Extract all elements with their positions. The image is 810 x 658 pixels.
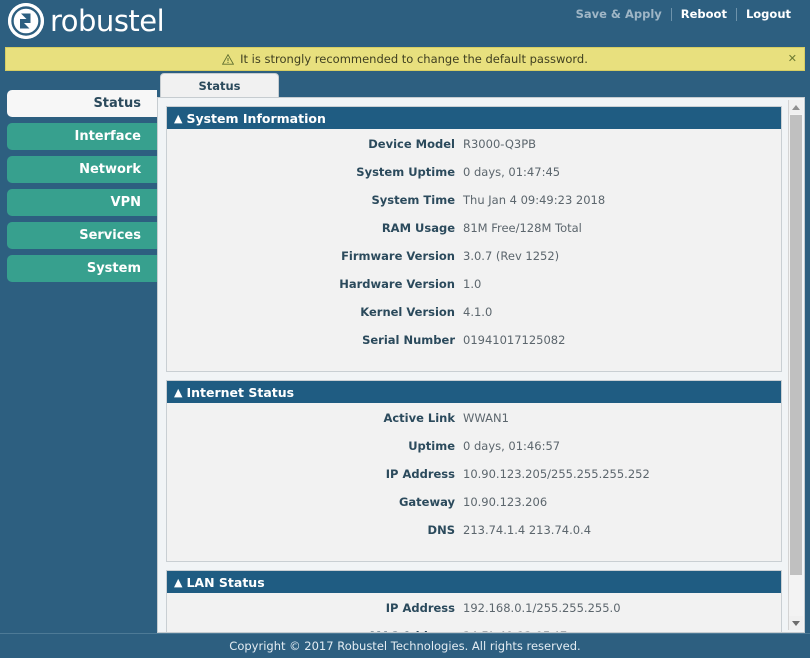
row-label: RAM Usage (381, 221, 455, 235)
row-value: 4.1.0 (463, 305, 493, 319)
tab-strip: Status (157, 73, 805, 97)
info-row: Uptime 0 days, 01:46:57 (167, 439, 781, 467)
scrollbar-thumb[interactable] (790, 115, 802, 575)
row-value: 0 days, 01:46:57 (463, 439, 561, 453)
row-value: 10.90.123.205/255.255.255.252 (463, 467, 650, 481)
sidebar-item-network[interactable]: Network (7, 156, 157, 183)
brand-name: robustel (50, 4, 165, 38)
row-value: 0 days, 01:47:45 (463, 165, 561, 179)
row-value: R3000-Q3PB (463, 137, 537, 151)
row-label: Active Link (383, 411, 455, 425)
row-value: Thu Jan 4 09:49:23 2018 (463, 193, 606, 207)
app-root: robustel Save & Apply Reboot Logout It i… (0, 0, 810, 658)
panel-internet-status: ▲ Internet Status Active Link WWAN1 Upti… (166, 380, 782, 562)
logout-link[interactable]: Logout (737, 7, 800, 21)
info-row: Kernel Version 4.1.0 (167, 305, 781, 333)
warning-text: It is strongly recommended to change the… (240, 52, 588, 66)
row-label: System Uptime (356, 165, 455, 179)
password-warning-banner: It is strongly recommended to change the… (5, 47, 805, 71)
copyright-text: Copyright © 2017 Robustel Technologies. … (229, 639, 581, 653)
content-scrollbar[interactable] (788, 100, 803, 630)
sidebar-item-status[interactable]: Status (7, 90, 157, 117)
info-row: IP Address 10.90.123.205/255.255.255.252 (167, 467, 781, 495)
save-and-apply-link[interactable]: Save & Apply (567, 7, 671, 21)
sidebar-item-label: Network (79, 162, 141, 177)
row-label: IP Address (385, 467, 455, 481)
row-label: Hardware Version (339, 277, 455, 291)
row-value: 1.0 (463, 277, 482, 291)
info-row: Device Model R3000-Q3PB (167, 137, 781, 165)
row-value: 01941017125082 (463, 333, 566, 347)
panel-title: Internet Status (186, 384, 295, 400)
panels-container: ▲ System Information Device Model R3000-… (158, 98, 790, 632)
panel-header[interactable]: ▲ Internet Status (167, 381, 781, 403)
row-label: System Time (371, 193, 455, 207)
info-row: DNS 213.74.1.4 213.74.0.4 (167, 523, 781, 551)
tab-label: Status (198, 78, 241, 93)
chevron-up-icon[interactable]: ▲ (174, 387, 182, 398)
page-header: robustel Save & Apply Reboot Logout (0, 0, 810, 45)
chevron-up-icon[interactable]: ▲ (174, 577, 182, 588)
sidebar-item-label: VPN (110, 195, 141, 210)
row-label: Serial Number (362, 333, 455, 347)
close-icon[interactable]: ✕ (788, 52, 797, 65)
sidebar-item-label: Interface (74, 129, 142, 144)
robustel-logo-icon (8, 3, 44, 39)
header-links: Save & Apply Reboot Logout (567, 7, 800, 21)
info-row: Gateway 10.90.123.206 (167, 495, 781, 523)
sidebar-item-label: Services (79, 228, 141, 243)
panel-body: Device Model R3000-Q3PB System Uptime 0 … (167, 129, 781, 371)
row-value: 81M Free/128M Total (463, 221, 582, 235)
panel-header[interactable]: ▲ System Information (167, 107, 781, 129)
row-label: Firmware Version (341, 249, 455, 263)
sidebar-item-interface[interactable]: Interface (7, 123, 157, 150)
panel-title: System Information (186, 110, 326, 126)
row-label: Gateway (398, 495, 455, 509)
info-row: RAM Usage 81M Free/128M Total (167, 221, 781, 249)
sidebar-nav: Status Interface Network VPN Services Sy… (0, 90, 157, 288)
warning-triangle-icon (222, 53, 235, 65)
panel-system-information: ▲ System Information Device Model R3000-… (166, 106, 782, 372)
info-row: System Uptime 0 days, 01:47:45 (167, 165, 781, 193)
row-label: DNS (427, 523, 455, 537)
brand-logo[interactable]: robustel (8, 3, 165, 39)
row-value: 3.0.7 (Rev 1252) (463, 249, 560, 263)
sidebar-item-label: System (86, 261, 141, 276)
scroll-down-arrow-icon[interactable] (789, 616, 803, 630)
sidebar-item-vpn[interactable]: VPN (7, 189, 157, 216)
info-row: Hardware Version 1.0 (167, 277, 781, 305)
info-row: System Time Thu Jan 4 09:49:23 2018 (167, 193, 781, 221)
sidebar-item-services[interactable]: Services (7, 222, 157, 249)
row-label: Kernel Version (360, 305, 455, 319)
panel-body: IP Address 192.168.0.1/255.255.255.0 MAC… (167, 593, 781, 632)
sidebar-item-system[interactable]: System (7, 255, 157, 282)
panel-title: LAN Status (186, 574, 265, 590)
row-value: 192.168.0.1/255.255.255.0 (463, 601, 621, 615)
info-row: IP Address 192.168.0.1/255.255.255.0 (167, 601, 781, 629)
panel-body: Active Link WWAN1 Uptime 0 days, 01:46:5… (167, 403, 781, 561)
panel-header[interactable]: ▲ LAN Status (167, 571, 781, 593)
content-area: ▲ System Information Device Model R3000-… (157, 97, 805, 633)
chevron-up-icon[interactable]: ▲ (174, 113, 182, 124)
info-row: Active Link WWAN1 (167, 411, 781, 439)
reboot-link[interactable]: Reboot (672, 7, 736, 21)
info-row: Serial Number 01941017125082 (167, 333, 781, 361)
panel-lan-status: ▲ LAN Status IP Address 192.168.0.1/255.… (166, 570, 782, 632)
page-footer: Copyright © 2017 Robustel Technologies. … (0, 633, 810, 658)
row-value: 10.90.123.206 (463, 495, 548, 509)
info-row: Firmware Version 3.0.7 (Rev 1252) (167, 249, 781, 277)
tab-status[interactable]: Status (160, 73, 279, 97)
row-value: WWAN1 (463, 411, 509, 425)
row-label: Device Model (368, 137, 455, 151)
row-label: IP Address (385, 601, 455, 615)
scroll-up-arrow-icon[interactable] (789, 100, 803, 114)
row-label: Uptime (408, 439, 455, 453)
row-value: 213.74.1.4 213.74.0.4 (463, 523, 592, 537)
sidebar-item-label: Status (93, 96, 141, 111)
